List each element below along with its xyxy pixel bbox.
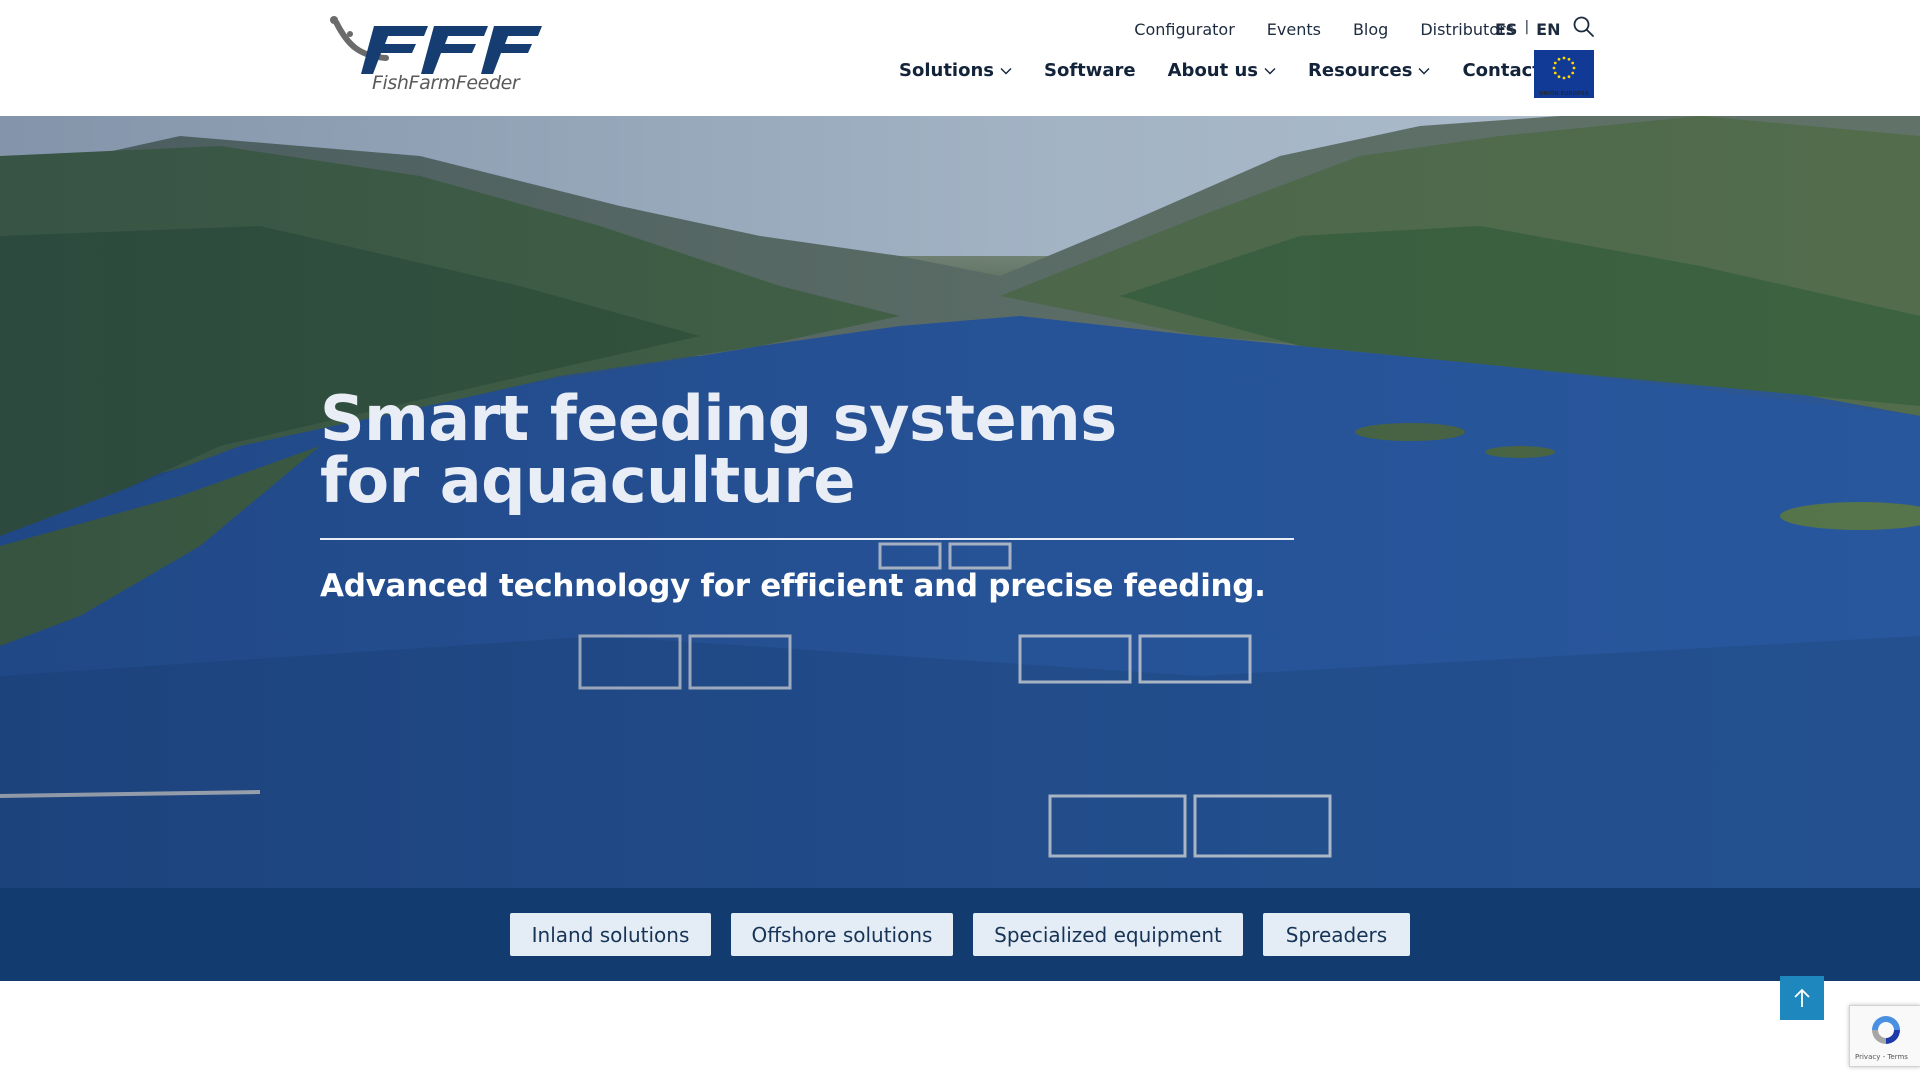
- hero-subtitle: Advanced technology for efficient and pr…: [320, 568, 1266, 604]
- logo-wordmark: FishFarmFeeder: [372, 72, 520, 94]
- language-es[interactable]: ES: [1495, 20, 1517, 39]
- top-navigation: Configurator Events Blog Distributors: [1134, 20, 1514, 39]
- chevron-down-icon: [1264, 67, 1276, 74]
- hero-title: Smart feeding systems for aquaculture: [320, 382, 1117, 517]
- main-navigation: Solutions Software About us Resources Co…: [899, 60, 1541, 81]
- nav-resources-label: Resources: [1308, 60, 1413, 81]
- spreaders-button[interactable]: Spreaders: [1263, 913, 1410, 956]
- language-switcher: ES | EN: [1495, 18, 1561, 40]
- search-icon[interactable]: [1572, 15, 1596, 39]
- recaptcha-links[interactable]: Privacy - Terms: [1855, 1053, 1908, 1061]
- nav-solutions-label: Solutions: [899, 60, 994, 81]
- solutions-bar: Inland solutions Offshore solutions Spec…: [0, 888, 1920, 981]
- logo-mark: [330, 16, 542, 74]
- nav-software-label: Software: [1043, 60, 1136, 81]
- eu-flag-label: UNIÓN EUROPEA: [1539, 91, 1589, 97]
- hero-divider: [320, 538, 1294, 540]
- fishfarmfeeder-logo[interactable]: FishFarmFeeder: [330, 16, 542, 102]
- language-separator: |: [1524, 18, 1530, 35]
- nav-contact-label: Contact: [1462, 60, 1541, 81]
- language-en[interactable]: EN: [1536, 20, 1560, 39]
- nav-about-us[interactable]: About us: [1168, 60, 1276, 81]
- specialized-equipment-button[interactable]: Specialized equipment: [973, 913, 1243, 956]
- back-to-top-button[interactable]: [1780, 976, 1824, 1020]
- site-header: FishFarmFeeder Configurator Events Blog …: [0, 0, 1920, 116]
- inland-solutions-button[interactable]: Inland solutions: [510, 913, 711, 956]
- nav-contact[interactable]: Contact: [1462, 60, 1540, 81]
- chevron-down-icon: [1418, 67, 1430, 74]
- arrow-up-icon: [1794, 988, 1810, 1007]
- nav-software[interactable]: Software: [1044, 60, 1136, 81]
- nav-resources[interactable]: Resources: [1308, 60, 1430, 81]
- solutions-button-group: Inland solutions Offshore solutions Spec…: [510, 913, 1410, 956]
- nav-link-configurator[interactable]: Configurator: [1134, 20, 1235, 39]
- offshore-solutions-button[interactable]: Offshore solutions: [731, 913, 953, 956]
- nav-link-events[interactable]: Events: [1267, 20, 1321, 39]
- hero-section: Smart feeding systems for aquaculture Ad…: [0, 116, 1920, 889]
- chevron-down-icon: [1000, 67, 1012, 74]
- nav-about-us-label: About us: [1167, 60, 1259, 81]
- recaptcha-icon: [1872, 1016, 1900, 1044]
- nav-link-blog[interactable]: Blog: [1353, 20, 1388, 39]
- recaptcha-badge[interactable]: Privacy - Terms: [1849, 1005, 1920, 1067]
- nav-solutions[interactable]: Solutions: [899, 60, 1012, 81]
